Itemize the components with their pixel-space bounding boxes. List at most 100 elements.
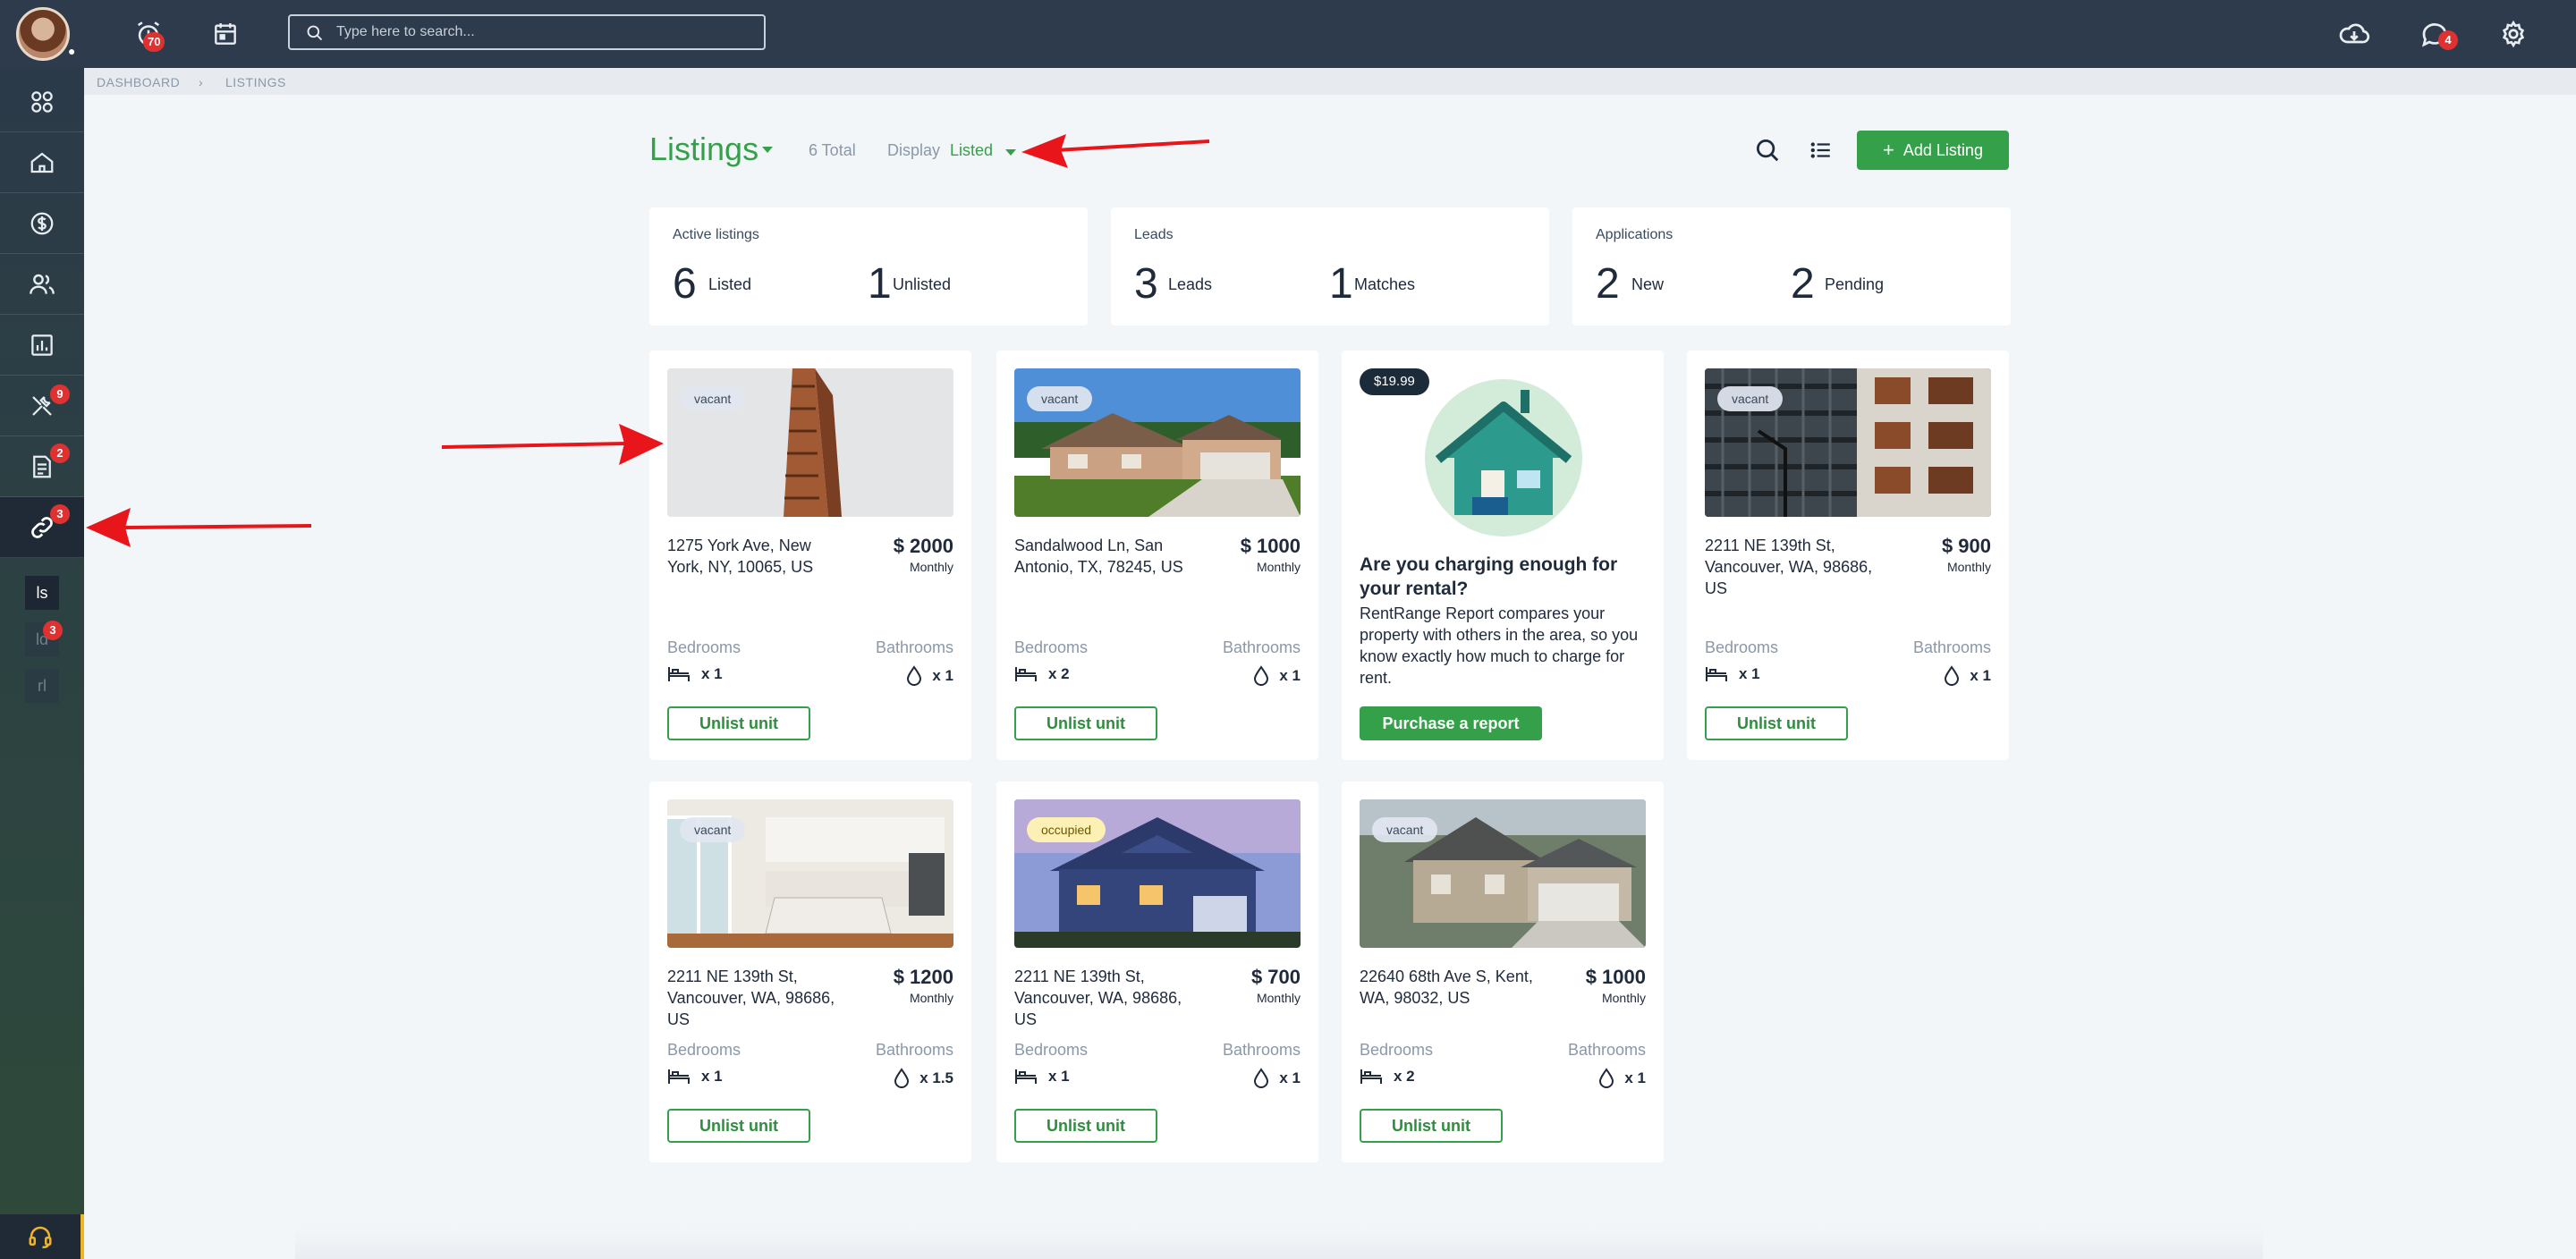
bathroom-count: x 1 bbox=[1279, 1069, 1301, 1086]
calendar-icon bbox=[215, 23, 236, 45]
alerts-badge: 70 bbox=[143, 32, 165, 52]
status-badge: vacant bbox=[680, 386, 746, 411]
listing-card[interactable]: vacant 2211 NE 139th St, Vancouver, WA, … bbox=[649, 782, 971, 1162]
sidebar-sub-rentrange[interactable]: rl bbox=[25, 669, 59, 703]
sidebar-item-payments[interactable] bbox=[0, 193, 84, 254]
listing-photo[interactable]: vacant bbox=[1360, 799, 1646, 948]
add-listing-button[interactable]: + Add Listing bbox=[1857, 131, 2009, 170]
stat-number: 1 bbox=[868, 260, 892, 308]
search-listings-button[interactable] bbox=[1751, 134, 1784, 166]
arrow-to-listings-nav-icon bbox=[86, 508, 312, 547]
bedrooms-label: Bedrooms bbox=[1014, 1041, 1089, 1059]
cloud-download-icon bbox=[2339, 23, 2370, 44]
stat-text: Unlisted bbox=[893, 275, 952, 293]
help-button[interactable] bbox=[0, 1214, 84, 1259]
documents-badge: 2 bbox=[50, 444, 70, 463]
sidebar-item-listings[interactable]: 3 bbox=[0, 497, 84, 558]
rentrange-promo-card: $19.99 Are you charging enough for your … bbox=[1342, 351, 1664, 760]
water-drop-icon bbox=[894, 1068, 910, 1088]
bed-icon bbox=[668, 667, 690, 681]
sidebar-item-reports[interactable] bbox=[0, 315, 84, 376]
gear-icon bbox=[2502, 20, 2525, 48]
sidebar-item-documents[interactable]: 2 bbox=[0, 436, 84, 497]
listing-card[interactable]: vacant Sandalwood Ln, San Antonio, TX, 7… bbox=[996, 351, 1318, 760]
status-badge: vacant bbox=[680, 817, 746, 842]
unlist-unit-button[interactable]: Unlist unit bbox=[1014, 1109, 1157, 1143]
stat-number: 2 bbox=[1596, 260, 1620, 308]
messages-button[interactable]: 4 bbox=[2417, 16, 2458, 52]
calendar-button[interactable] bbox=[208, 16, 243, 52]
listing-total: 6 Total bbox=[809, 141, 856, 159]
listing-card[interactable]: vacant 2211 NE 139th St, Vancouver, WA, … bbox=[1687, 351, 2009, 760]
sidebar-item-people[interactable] bbox=[0, 254, 84, 315]
breadcrumb: DASHBOARD › LISTINGS bbox=[84, 68, 2576, 95]
bedrooms-label: Bedrooms bbox=[667, 638, 741, 656]
unlist-unit-button[interactable]: Unlist unit bbox=[1014, 706, 1157, 740]
page-title[interactable]: Listings bbox=[649, 131, 758, 168]
listings-badge: 3 bbox=[50, 504, 70, 524]
alerts-button[interactable]: 70 bbox=[131, 16, 166, 52]
listing-photo[interactable]: occupied bbox=[1014, 799, 1301, 948]
home-icon bbox=[30, 152, 54, 173]
bedroom-count: x 2 bbox=[1394, 1068, 1415, 1085]
user-avatar[interactable] bbox=[16, 7, 70, 61]
search-icon bbox=[307, 25, 323, 41]
bedroom-count: x 1 bbox=[1739, 665, 1760, 682]
search-box[interactable] bbox=[288, 14, 766, 50]
bathroom-count: x 1 bbox=[1970, 667, 1991, 684]
listing-card[interactable]: occupied 2211 NE 139th St, Vancouver, WA… bbox=[996, 782, 1318, 1162]
stat-label: Active listings bbox=[673, 227, 759, 242]
status-badge: occupied bbox=[1027, 817, 1106, 842]
unlist-unit-button[interactable]: Unlist unit bbox=[1705, 706, 1848, 740]
listing-price: $ 1000 bbox=[1240, 535, 1301, 557]
search-input[interactable] bbox=[336, 21, 748, 43]
list-view-button[interactable] bbox=[1805, 134, 1837, 166]
sidebar-item-apps[interactable] bbox=[0, 72, 84, 132]
listing-photo[interactable]: vacant bbox=[667, 368, 953, 517]
apps-icon bbox=[31, 90, 53, 113]
sidebar-item-maintenance[interactable]: 9 bbox=[0, 376, 84, 436]
stat-text: Leads bbox=[1168, 275, 1213, 293]
bathrooms-label: Bathrooms bbox=[1912, 638, 1991, 656]
unlist-unit-button[interactable]: Unlist unit bbox=[667, 1109, 810, 1143]
listing-price: $ 1000 bbox=[1585, 966, 1646, 988]
stat-label: Leads bbox=[1134, 227, 1174, 242]
stat-label: Applications bbox=[1596, 227, 1674, 242]
settings-button[interactable] bbox=[2496, 16, 2531, 52]
breadcrumb-dashboard[interactable]: DASHBOARD bbox=[97, 75, 180, 89]
listing-address: 22640 68th Ave S, Kent, WA, 98032, US bbox=[1360, 967, 1533, 1007]
water-drop-icon bbox=[1945, 665, 1960, 686]
bedrooms-label: Bedrooms bbox=[1705, 638, 1779, 656]
water-drop-icon bbox=[907, 665, 922, 686]
listing-photo[interactable]: vacant bbox=[1705, 368, 1991, 517]
listing-price: $ 700 bbox=[1250, 966, 1301, 988]
listing-card[interactable]: vacant 22640 68th Ave S, Kent, WA, 98032… bbox=[1342, 782, 1664, 1162]
search-icon bbox=[1757, 139, 1779, 162]
display-dropdown-caret-icon[interactable] bbox=[1005, 149, 1016, 156]
water-drop-icon bbox=[1254, 665, 1269, 686]
download-button[interactable] bbox=[2336, 16, 2372, 52]
messages-badge: 4 bbox=[2438, 30, 2458, 50]
bathrooms-label: Bathrooms bbox=[1222, 1041, 1301, 1059]
house-illustration-icon bbox=[1425, 379, 1582, 537]
sidebar-item-home[interactable] bbox=[0, 132, 84, 193]
bathrooms-label: Bathrooms bbox=[875, 638, 953, 656]
title-dropdown-caret-icon[interactable] bbox=[762, 147, 773, 153]
sidebar-sub-listings[interactable]: ls bbox=[25, 576, 59, 610]
footer bbox=[295, 1227, 2263, 1259]
listing-card[interactable]: vacant 1275 York Ave, New York, NY, 1006… bbox=[649, 351, 971, 760]
breadcrumb-separator: › bbox=[199, 75, 204, 89]
purchase-report-button[interactable]: Purchase a report bbox=[1360, 706, 1542, 740]
display-filter-select[interactable]: Listed bbox=[950, 141, 993, 160]
listing-photo[interactable]: vacant bbox=[667, 799, 953, 948]
bathrooms-label: Bathrooms bbox=[1567, 1041, 1646, 1059]
stat-number: 1 bbox=[1329, 260, 1353, 308]
listing-photo[interactable]: vacant bbox=[1014, 368, 1301, 517]
unlist-unit-button[interactable]: Unlist unit bbox=[1360, 1109, 1503, 1143]
price-period: Monthly bbox=[909, 991, 953, 1005]
unlist-unit-button[interactable]: Unlist unit bbox=[667, 706, 810, 740]
arrow-to-first-listing-icon bbox=[441, 424, 664, 465]
bathroom-count: x 1.5 bbox=[919, 1069, 953, 1086]
listing-address: 2211 NE 139th St, Vancouver, WA, 98686, … bbox=[1705, 537, 1873, 597]
bedroom-count: x 1 bbox=[701, 665, 723, 682]
